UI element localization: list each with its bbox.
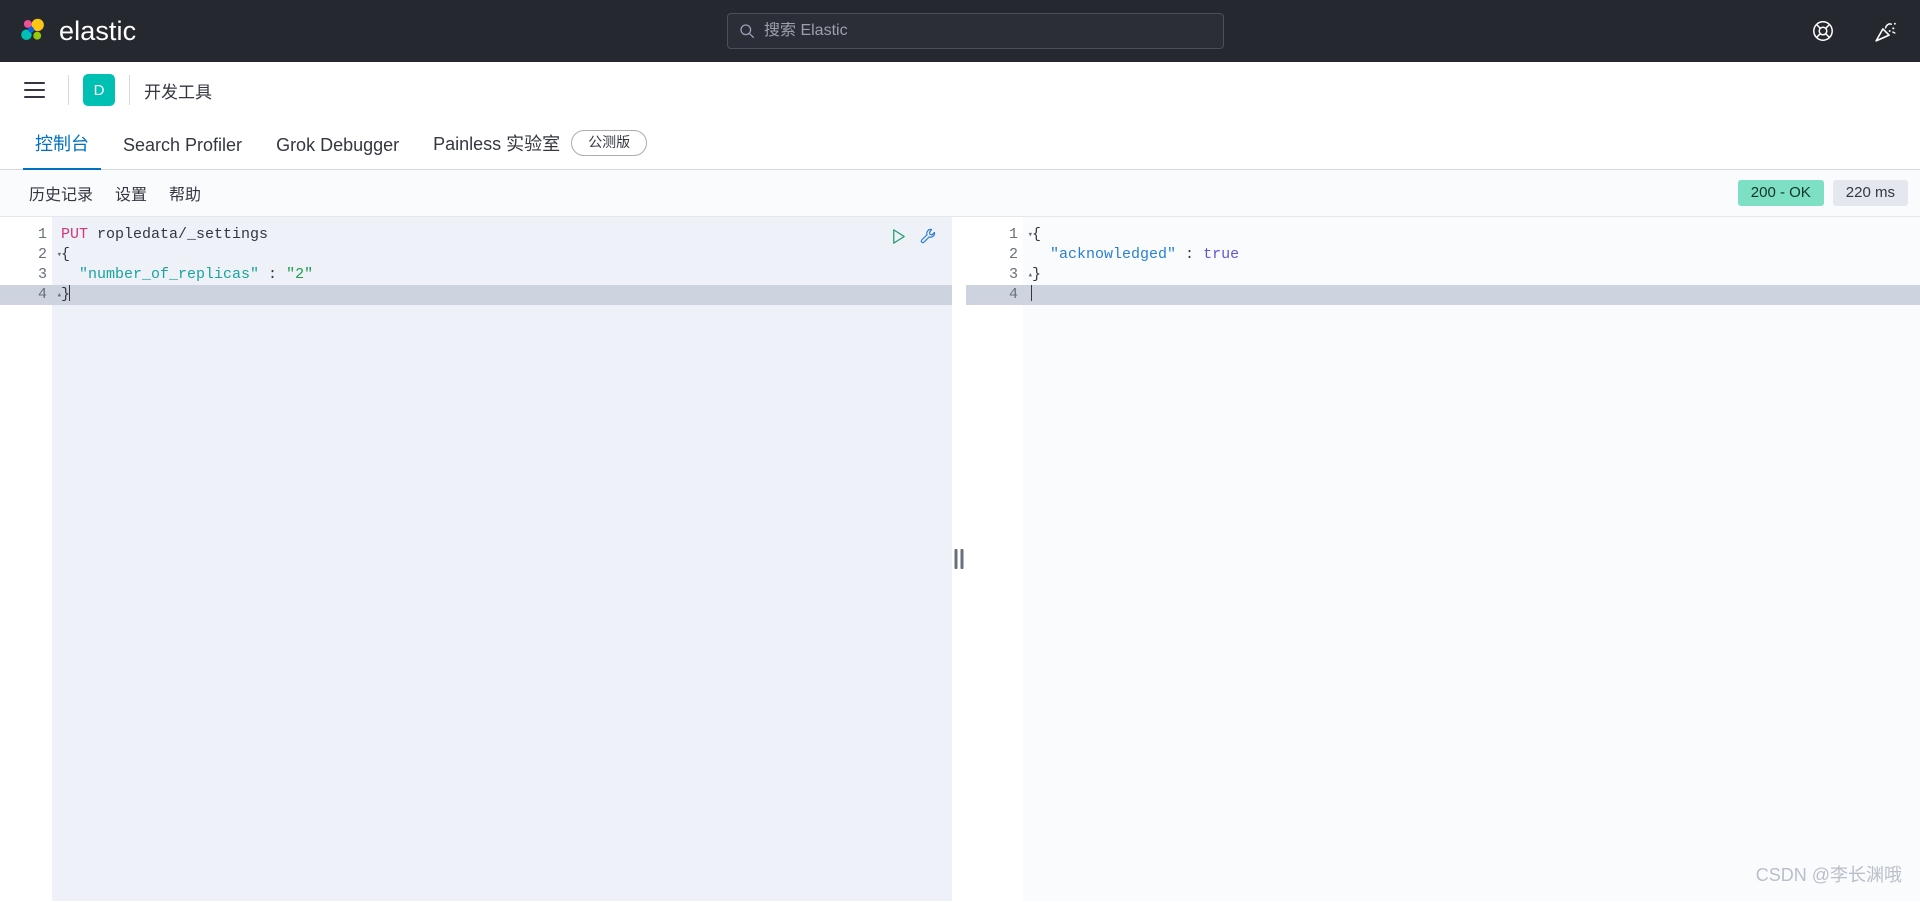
tab-painless-lab[interactable]: Painless 实验室 公测版 <box>416 130 664 169</box>
elastic-logo-icon <box>21 18 44 40</box>
tabs-row: 控制台 Search Profiler Grok Debugger Painle… <box>0 118 1920 170</box>
code-token: "acknowledged" <box>1050 246 1177 263</box>
gutter-line: 1 ▾ <box>1008 226 1033 243</box>
search-input[interactable] <box>764 22 1212 40</box>
response-code[interactable]: { "acknowledged" : true} <box>1023 217 1920 901</box>
hamburger-menu-icon[interactable] <box>14 70 54 110</box>
editor-area: 1 2 ▾ 3 4 ▴ PUT ropledata/_settings{ "number_… <box>0 217 1920 901</box>
response-gutter: 1 ▾ 2 3 ▴ 4 <box>966 217 1033 901</box>
code-line[interactable]: "acknowledged" : true <box>1023 245 1920 265</box>
request-code[interactable]: PUT ropledata/_settings{ "number_of_repl… <box>52 217 952 901</box>
gutter-line: 3 ▴ <box>1008 266 1033 283</box>
code-line[interactable]: "number_of_replicas" : "2" <box>52 265 952 285</box>
tab-painless-lab-label: Painless 实验室 <box>433 134 561 154</box>
space-avatar-badge[interactable]: D <box>83 74 115 106</box>
brand[interactable]: elastic <box>18 16 136 47</box>
text-caret <box>1031 285 1032 301</box>
code-token: ropledata/_settings <box>88 226 269 243</box>
gutter-line: 2 <box>1008 246 1018 263</box>
editor-splitter[interactable] <box>952 217 966 901</box>
code-line[interactable]: } <box>52 285 952 305</box>
tab-grok-debugger-label: Grok Debugger <box>276 135 400 155</box>
divider <box>68 75 69 105</box>
splitter-handle[interactable] <box>954 549 964 569</box>
code-line[interactable] <box>1023 285 1920 305</box>
wrench-icon[interactable] <box>919 227 938 246</box>
search-icon <box>740 24 755 39</box>
tab-console-label: 控制台 <box>35 134 89 154</box>
gutter-line: 2 ▾ <box>37 246 62 263</box>
tab-search-profiler[interactable]: Search Profiler <box>106 135 259 169</box>
global-search[interactable] <box>727 13 1224 49</box>
code-line[interactable]: } <box>1023 265 1920 285</box>
request-gutter: 1 2 ▾ 3 4 ▴ <box>0 217 62 901</box>
tab-grok-debugger[interactable]: Grok Debugger <box>259 135 416 169</box>
code-token: true <box>1203 246 1240 263</box>
code-token: : <box>1176 246 1204 263</box>
status-badge: 200 - OK <box>1737 180 1824 206</box>
fold-toggle-icon[interactable]: ▾ <box>1023 225 1033 245</box>
global-header: elastic <box>0 0 1920 62</box>
code-line[interactable]: { <box>52 245 952 265</box>
fold-toggle-icon[interactable]: ▴ <box>52 285 62 305</box>
code-line[interactable]: PUT ropledata/_settings <box>52 225 952 245</box>
status-group: 200 - OK 220 ms <box>1737 180 1908 206</box>
tab-console[interactable]: 控制台 <box>18 130 106 170</box>
breadcrumb-dev-tools[interactable]: 开发工具 <box>144 78 212 103</box>
duration-badge: 220 ms <box>1832 180 1908 206</box>
help-icon[interactable] <box>1811 19 1835 43</box>
code-token: "2" <box>286 266 314 283</box>
code-line[interactable]: { <box>1023 225 1920 245</box>
gutter-line: 1 <box>37 226 47 243</box>
divider <box>129 75 130 105</box>
whats-new-icon[interactable] <box>1873 19 1898 44</box>
history-button[interactable]: 历史记录 <box>18 181 104 205</box>
code-token: { <box>1032 226 1042 243</box>
console-toolbar: 历史记录 设置 帮助 200 - OK 220 ms <box>0 170 1920 217</box>
gutter-line: 4 ▴ <box>0 285 62 305</box>
tab-search-profiler-label: Search Profiler <box>123 135 243 155</box>
request-actions <box>889 227 938 246</box>
header-icon-group <box>1811 19 1898 44</box>
gutter-line: 4 <box>966 285 1023 305</box>
gutter-line: 3 <box>37 266 47 283</box>
fold-toggle-icon[interactable]: ▾ <box>52 245 62 265</box>
code-token: "number_of_replicas" <box>79 266 260 283</box>
code-token: } <box>1032 266 1042 283</box>
request-pane[interactable]: 1 2 ▾ 3 4 ▴ PUT ropledata/_settings{ "number_… <box>0 217 952 901</box>
help-button[interactable]: 帮助 <box>158 181 212 205</box>
play-icon[interactable] <box>889 227 908 246</box>
settings-button[interactable]: 设置 <box>104 181 158 205</box>
text-caret <box>69 285 71 301</box>
response-pane[interactable]: 1 ▾ 2 3 ▴ 4 { "acknowledged" : true} <box>966 217 1920 901</box>
brand-name: elastic <box>59 15 137 46</box>
beta-badge: 公测版 <box>571 130 648 156</box>
code-token: { <box>61 246 71 263</box>
nav-bar: D 开发工具 <box>0 62 1920 118</box>
code-token: : <box>259 266 287 283</box>
code-token: PUT <box>61 226 89 243</box>
fold-toggle-icon[interactable]: ▴ <box>1023 265 1033 285</box>
